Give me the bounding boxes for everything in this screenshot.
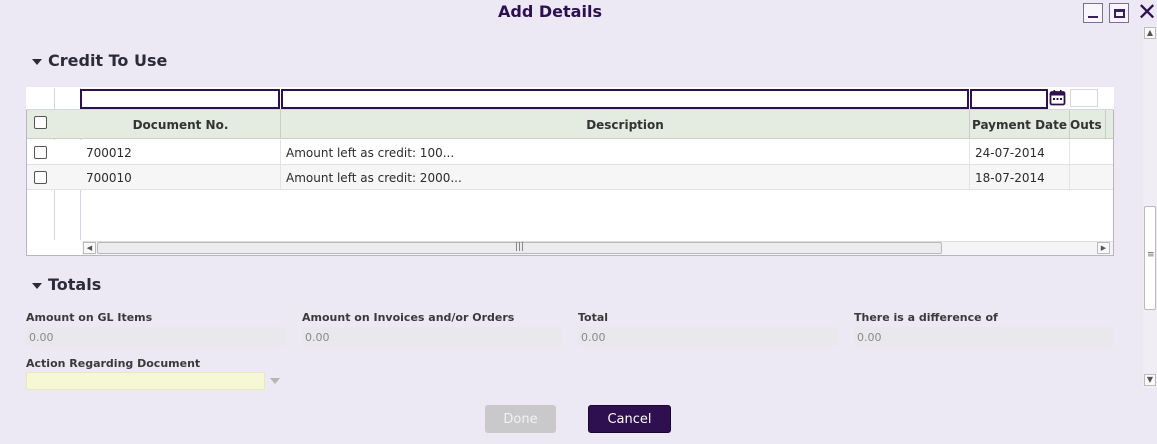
row-checkbox[interactable] (34, 146, 47, 159)
close-icon[interactable]: ✕ (1137, 0, 1157, 26)
column-header-description[interactable]: Description (281, 110, 970, 139)
label-difference: There is a difference of (854, 311, 998, 324)
cancel-button[interactable]: Cancel (588, 405, 671, 433)
section-title-totals[interactable]: Totals (48, 275, 101, 294)
cell-document-no: 700012 (81, 140, 281, 165)
grip-icon: ≡ (1147, 250, 1155, 260)
dialog-title: Add Details (498, 2, 602, 21)
cell-description: Amount left as credit: 2000... (281, 165, 970, 190)
calendar-icon[interactable] (1049, 89, 1066, 106)
filter-document-no-input[interactable] (80, 89, 280, 109)
field-total: 0.00 (578, 327, 838, 347)
done-button[interactable]: Done (485, 405, 556, 433)
column-header-outstanding[interactable]: Outs (1070, 110, 1106, 139)
minimize-button[interactable] (1083, 3, 1103, 23)
cell-payment-date: 24-07-2014 (970, 140, 1070, 165)
action-regarding-document-select[interactable] (26, 372, 265, 390)
section-title-credit[interactable]: Credit To Use (48, 51, 167, 70)
cell-document-no: 700010 (81, 165, 281, 190)
scroll-right-icon[interactable]: ▶ (1097, 242, 1110, 254)
cell-payment-date: 18-07-2014 (970, 165, 1070, 190)
filter-payment-date-input[interactable] (970, 89, 1048, 109)
filter-description-input[interactable] (281, 89, 969, 109)
scroll-down-icon[interactable]: ▼ (1144, 374, 1156, 386)
field-invoices-orders: 0.00 (302, 327, 562, 347)
filter-outstanding-input[interactable] (1070, 89, 1098, 107)
select-all-checkbox[interactable] (34, 116, 47, 129)
scroll-up-icon[interactable]: ▲ (1144, 27, 1156, 39)
label-action-regarding-document: Action Regarding Document (26, 357, 201, 370)
collapse-triangle-icon[interactable] (32, 283, 42, 289)
label-invoices-orders: Amount on Invoices and/or Orders (302, 311, 515, 324)
collapse-triangle-icon[interactable] (32, 59, 42, 65)
scroll-left-icon[interactable]: ◀ (83, 242, 96, 254)
chevron-down-icon[interactable] (270, 378, 280, 384)
column-header-payment-date[interactable]: Payment Date (970, 110, 1070, 139)
grip-icon: ||| (515, 242, 525, 252)
maximize-button[interactable] (1109, 3, 1129, 23)
label-total: Total (578, 311, 609, 324)
field-gl-items: 0.00 (26, 327, 286, 347)
maximize-icon (1113, 8, 1125, 18)
cell-description: Amount left as credit: 100... (281, 140, 970, 165)
label-gl-items: Amount on GL Items (26, 311, 153, 324)
field-difference: 0.00 (854, 327, 1114, 347)
row-checkbox[interactable] (34, 171, 47, 184)
minimize-icon (1088, 16, 1098, 18)
column-header-document-no[interactable]: Document No. (81, 110, 281, 139)
